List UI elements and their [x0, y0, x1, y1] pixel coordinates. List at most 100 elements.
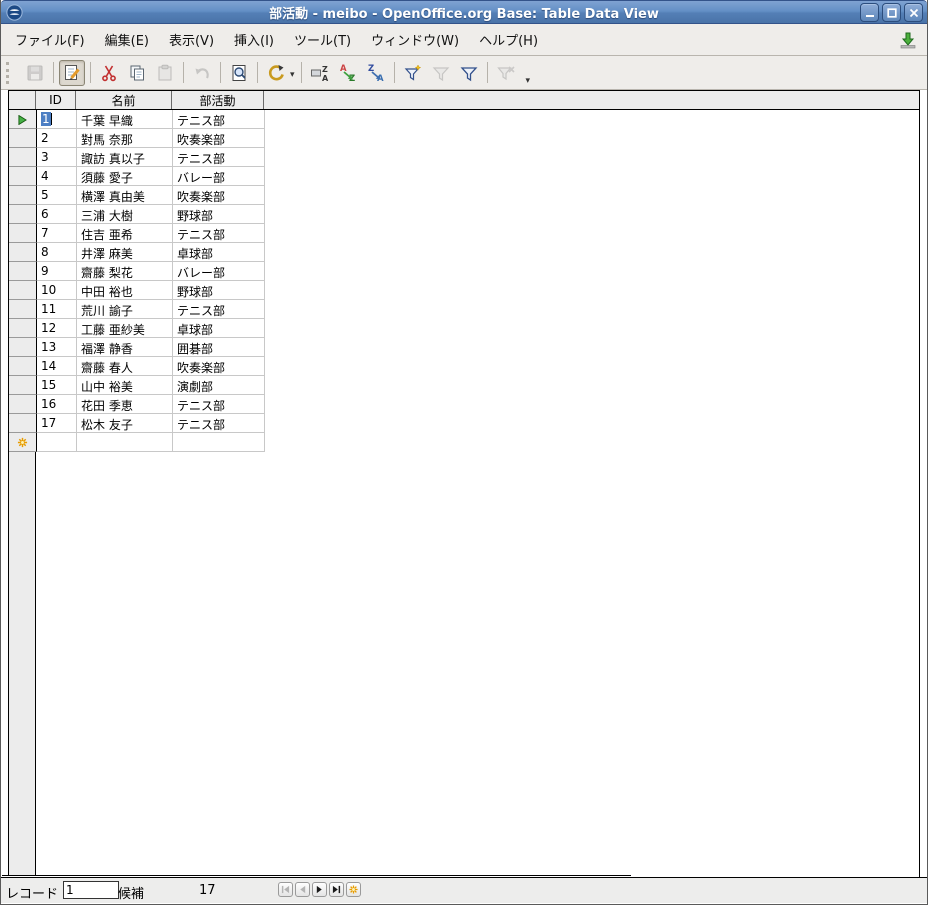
- sort-button[interactable]: Z A: [307, 60, 333, 86]
- cell-id[interactable]: 13: [37, 338, 77, 357]
- cell-club[interactable]: 吹奏楽部: [173, 357, 265, 376]
- apply-filter-button[interactable]: [428, 60, 454, 86]
- cell-name[interactable]: 須藤 愛子: [77, 167, 173, 186]
- new-record-row-header[interactable]: [9, 433, 37, 452]
- edit-data-button[interactable]: [59, 59, 85, 86]
- row-header[interactable]: [9, 414, 37, 433]
- cell-name[interactable]: 住吉 亜希: [77, 224, 173, 243]
- row-header[interactable]: [9, 110, 37, 129]
- close-button[interactable]: [904, 3, 923, 22]
- first-record-button[interactable]: [278, 882, 293, 897]
- cell-club[interactable]: テニス部: [173, 395, 265, 414]
- cell-name[interactable]: 齋藤 梨花: [77, 262, 173, 281]
- toolbar-overflow-arrow-icon[interactable]: ▾: [526, 76, 531, 86]
- auto-filter-button[interactable]: [400, 60, 426, 86]
- cell-club[interactable]: 野球部: [173, 281, 265, 300]
- menu-file[interactable]: ファイル(F): [7, 26, 93, 53]
- cell-club[interactable]: テニス部: [173, 414, 265, 433]
- update-download-icon[interactable]: [899, 31, 917, 53]
- row-header[interactable]: [9, 357, 37, 376]
- minimize-button[interactable]: [860, 3, 879, 22]
- cell-id[interactable]: 2: [37, 129, 77, 148]
- cell-club[interactable]: バレー部: [173, 262, 265, 281]
- remove-filter-button[interactable]: [493, 60, 519, 86]
- column-header-id[interactable]: ID: [36, 91, 76, 109]
- sort-descending-button[interactable]: Z A: [363, 60, 389, 86]
- corner-header-cell[interactable]: [9, 91, 36, 109]
- cut-button[interactable]: [96, 60, 122, 86]
- menu-window[interactable]: ウィンドウ(W): [363, 26, 467, 53]
- menu-view[interactable]: 表示(V): [161, 26, 222, 53]
- cell-id[interactable]: 15: [37, 376, 77, 395]
- cell-id[interactable]: 4: [37, 167, 77, 186]
- cell-id[interactable]: 3: [37, 148, 77, 167]
- row-header[interactable]: [9, 129, 37, 148]
- cell-name[interactable]: 千葉 早織: [77, 110, 173, 129]
- cell-id[interactable]: 9: [37, 262, 77, 281]
- row-header[interactable]: [9, 319, 37, 338]
- cell-id[interactable]: 10: [37, 281, 77, 300]
- new-record-row[interactable]: [8, 433, 265, 452]
- row-header[interactable]: [9, 243, 37, 262]
- row-header[interactable]: [9, 338, 37, 357]
- cell-club[interactable]: バレー部: [173, 167, 265, 186]
- maximize-button[interactable]: [882, 3, 901, 22]
- cell-club[interactable]: 卓球部: [173, 243, 265, 262]
- undo-button[interactable]: [189, 60, 215, 86]
- cell-name[interactable]: 三浦 大樹: [77, 205, 173, 224]
- cell-id[interactable]: 1: [37, 110, 77, 129]
- next-record-button[interactable]: [312, 882, 327, 897]
- cell-id[interactable]: 5: [37, 186, 77, 205]
- cell-name[interactable]: 諏訪 真以子: [77, 148, 173, 167]
- cell-club[interactable]: 演劇部: [173, 376, 265, 395]
- save-button[interactable]: [22, 60, 48, 86]
- cell-club[interactable]: テニス部: [173, 300, 265, 319]
- cell-club[interactable]: 野球部: [173, 205, 265, 224]
- row-header[interactable]: [9, 186, 37, 205]
- cell-id[interactable]: 17: [37, 414, 77, 433]
- menu-tools[interactable]: ツール(T): [286, 26, 359, 53]
- last-record-button[interactable]: [329, 882, 344, 897]
- row-header[interactable]: [9, 395, 37, 414]
- refresh-dropdown-arrow-icon[interactable]: ▾: [290, 70, 295, 80]
- column-header-club[interactable]: 部活動: [172, 91, 264, 109]
- cell-name[interactable]: 花田 季恵: [77, 395, 173, 414]
- previous-record-button[interactable]: [295, 882, 310, 897]
- cell-name[interactable]: 井澤 麻美: [77, 243, 173, 262]
- row-header[interactable]: [9, 300, 37, 319]
- paste-button[interactable]: [152, 60, 178, 86]
- standard-filter-button[interactable]: [456, 60, 482, 86]
- cell-club[interactable]: 吹奏楽部: [173, 186, 265, 205]
- menu-edit[interactable]: 編集(E): [97, 26, 157, 53]
- copy-button[interactable]: [124, 60, 150, 86]
- record-number-input[interactable]: [63, 881, 119, 899]
- cell-name[interactable]: 齋藤 春人: [77, 357, 173, 376]
- new-record-cell[interactable]: [37, 433, 77, 452]
- column-header-name[interactable]: 名前: [76, 91, 172, 109]
- new-record-cell[interactable]: [77, 433, 173, 452]
- cell-club[interactable]: 吹奏楽部: [173, 129, 265, 148]
- new-record-cell[interactable]: [173, 433, 265, 452]
- new-record-button[interactable]: [346, 882, 361, 897]
- cell-id[interactable]: 11: [37, 300, 77, 319]
- cell-name[interactable]: 横澤 真由美: [77, 186, 173, 205]
- cell-id[interactable]: 8: [37, 243, 77, 262]
- cell-id[interactable]: 6: [37, 205, 77, 224]
- cell-name[interactable]: 工藤 亜紗美: [77, 319, 173, 338]
- cell-name[interactable]: 中田 裕也: [77, 281, 173, 300]
- cell-id[interactable]: 16: [37, 395, 77, 414]
- row-header[interactable]: [9, 148, 37, 167]
- row-header[interactable]: [9, 376, 37, 395]
- cell-club[interactable]: 囲碁部: [173, 338, 265, 357]
- cell-club[interactable]: テニス部: [173, 224, 265, 243]
- cell-id[interactable]: 12: [37, 319, 77, 338]
- cell-name[interactable]: 對馬 奈那: [77, 129, 173, 148]
- find-record-button[interactable]: [226, 60, 252, 86]
- cell-club[interactable]: テニス部: [173, 110, 265, 129]
- cell-club[interactable]: テニス部: [173, 148, 265, 167]
- toolbar-grip[interactable]: [6, 61, 17, 84]
- cell-name[interactable]: 山中 裕美: [77, 376, 173, 395]
- cell-id[interactable]: 14: [37, 357, 77, 376]
- row-header[interactable]: [9, 262, 37, 281]
- cell-name[interactable]: 福澤 静香: [77, 338, 173, 357]
